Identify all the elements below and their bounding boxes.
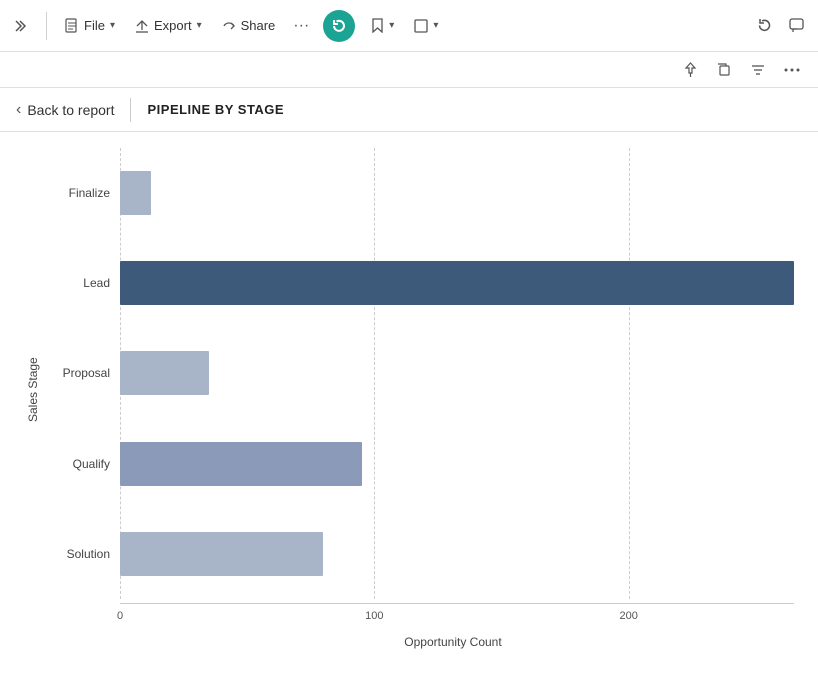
bar-track xyxy=(120,261,794,305)
toolbar-left: File ▾ Export ▾ Share ··· xyxy=(8,10,446,42)
bar-label: Qualify xyxy=(50,457,120,471)
bar-track xyxy=(120,351,794,395)
export-menu-button[interactable]: Export ▾ xyxy=(127,14,210,37)
toolbar-right xyxy=(750,12,810,40)
toolbar-reload-button[interactable] xyxy=(750,12,778,40)
bar-label: Lead xyxy=(50,276,120,290)
bar-fill[interactable] xyxy=(120,261,794,305)
file-chevron: ▾ xyxy=(110,20,115,31)
x-tick-label: 100 xyxy=(365,610,383,622)
x-tick-label: 0 xyxy=(117,610,123,622)
chart-inner: Sales Stage Finalize Lead Proposal Quali… xyxy=(24,148,794,631)
y-axis-label: Sales Stage xyxy=(24,148,42,631)
bookmark-chevron: ▾ xyxy=(389,20,394,31)
bar-label: Proposal xyxy=(50,366,120,380)
bar-row: Qualify xyxy=(50,429,794,499)
bar-row: Lead xyxy=(50,248,794,318)
toolbar-separator xyxy=(46,12,47,40)
header-separator xyxy=(130,98,131,122)
bar-fill[interactable] xyxy=(120,532,323,576)
x-axis-label: Opportunity Count xyxy=(112,635,794,649)
bar-row: Finalize xyxy=(50,158,794,228)
bar-track xyxy=(120,532,794,576)
more-options-button[interactable] xyxy=(778,56,806,84)
copy-visual-button[interactable] xyxy=(710,56,738,84)
bar-track xyxy=(120,171,794,215)
chart-plot: Finalize Lead Proposal Qualify Solution … xyxy=(50,148,794,631)
bar-fill[interactable] xyxy=(120,442,362,486)
bar-fill[interactable] xyxy=(120,351,209,395)
toolbar-more-button[interactable]: ··· xyxy=(287,12,315,40)
back-label: Back to report xyxy=(27,102,114,118)
pin-button[interactable] xyxy=(676,56,704,84)
bar-label: Finalize xyxy=(50,186,120,200)
bar-rows: Finalize Lead Proposal Qualify Solution xyxy=(50,148,794,599)
export-label: Export xyxy=(154,18,192,33)
main-toolbar: File ▾ Export ▾ Share ··· xyxy=(0,0,818,52)
comments-button[interactable] xyxy=(782,12,810,40)
x-axis: 0 100 200 xyxy=(120,603,794,631)
filter-button[interactable] xyxy=(744,56,772,84)
expand-panel-button[interactable] xyxy=(8,12,36,40)
share-button[interactable]: Share xyxy=(214,14,284,37)
refresh-button[interactable] xyxy=(323,10,355,42)
bar-row: Solution xyxy=(50,519,794,589)
bar-track xyxy=(120,442,794,486)
page-header: ‹ Back to report PIPELINE BY STAGE xyxy=(0,88,818,132)
chart-container: Sales Stage Finalize Lead Proposal Quali… xyxy=(0,132,818,689)
file-label: File xyxy=(84,18,105,33)
bar-row: Proposal xyxy=(50,338,794,408)
bar-fill[interactable] xyxy=(120,171,151,215)
secondary-toolbar xyxy=(0,52,818,88)
view-button[interactable]: ▾ xyxy=(406,15,446,37)
view-chevron: ▾ xyxy=(433,20,438,31)
bars-area: Finalize Lead Proposal Qualify Solution xyxy=(50,148,794,599)
bar-label: Solution xyxy=(50,547,120,561)
back-chevron-icon: ‹ xyxy=(16,101,21,119)
bookmark-button[interactable]: ▾ xyxy=(363,14,402,37)
share-label: Share xyxy=(241,18,276,33)
back-to-report-button[interactable]: ‹ Back to report xyxy=(16,101,114,119)
x-tick-label: 200 xyxy=(619,610,637,622)
export-chevron: ▾ xyxy=(197,20,202,31)
file-menu-button[interactable]: File ▾ xyxy=(57,14,123,38)
page-title: PIPELINE BY STAGE xyxy=(147,102,284,117)
